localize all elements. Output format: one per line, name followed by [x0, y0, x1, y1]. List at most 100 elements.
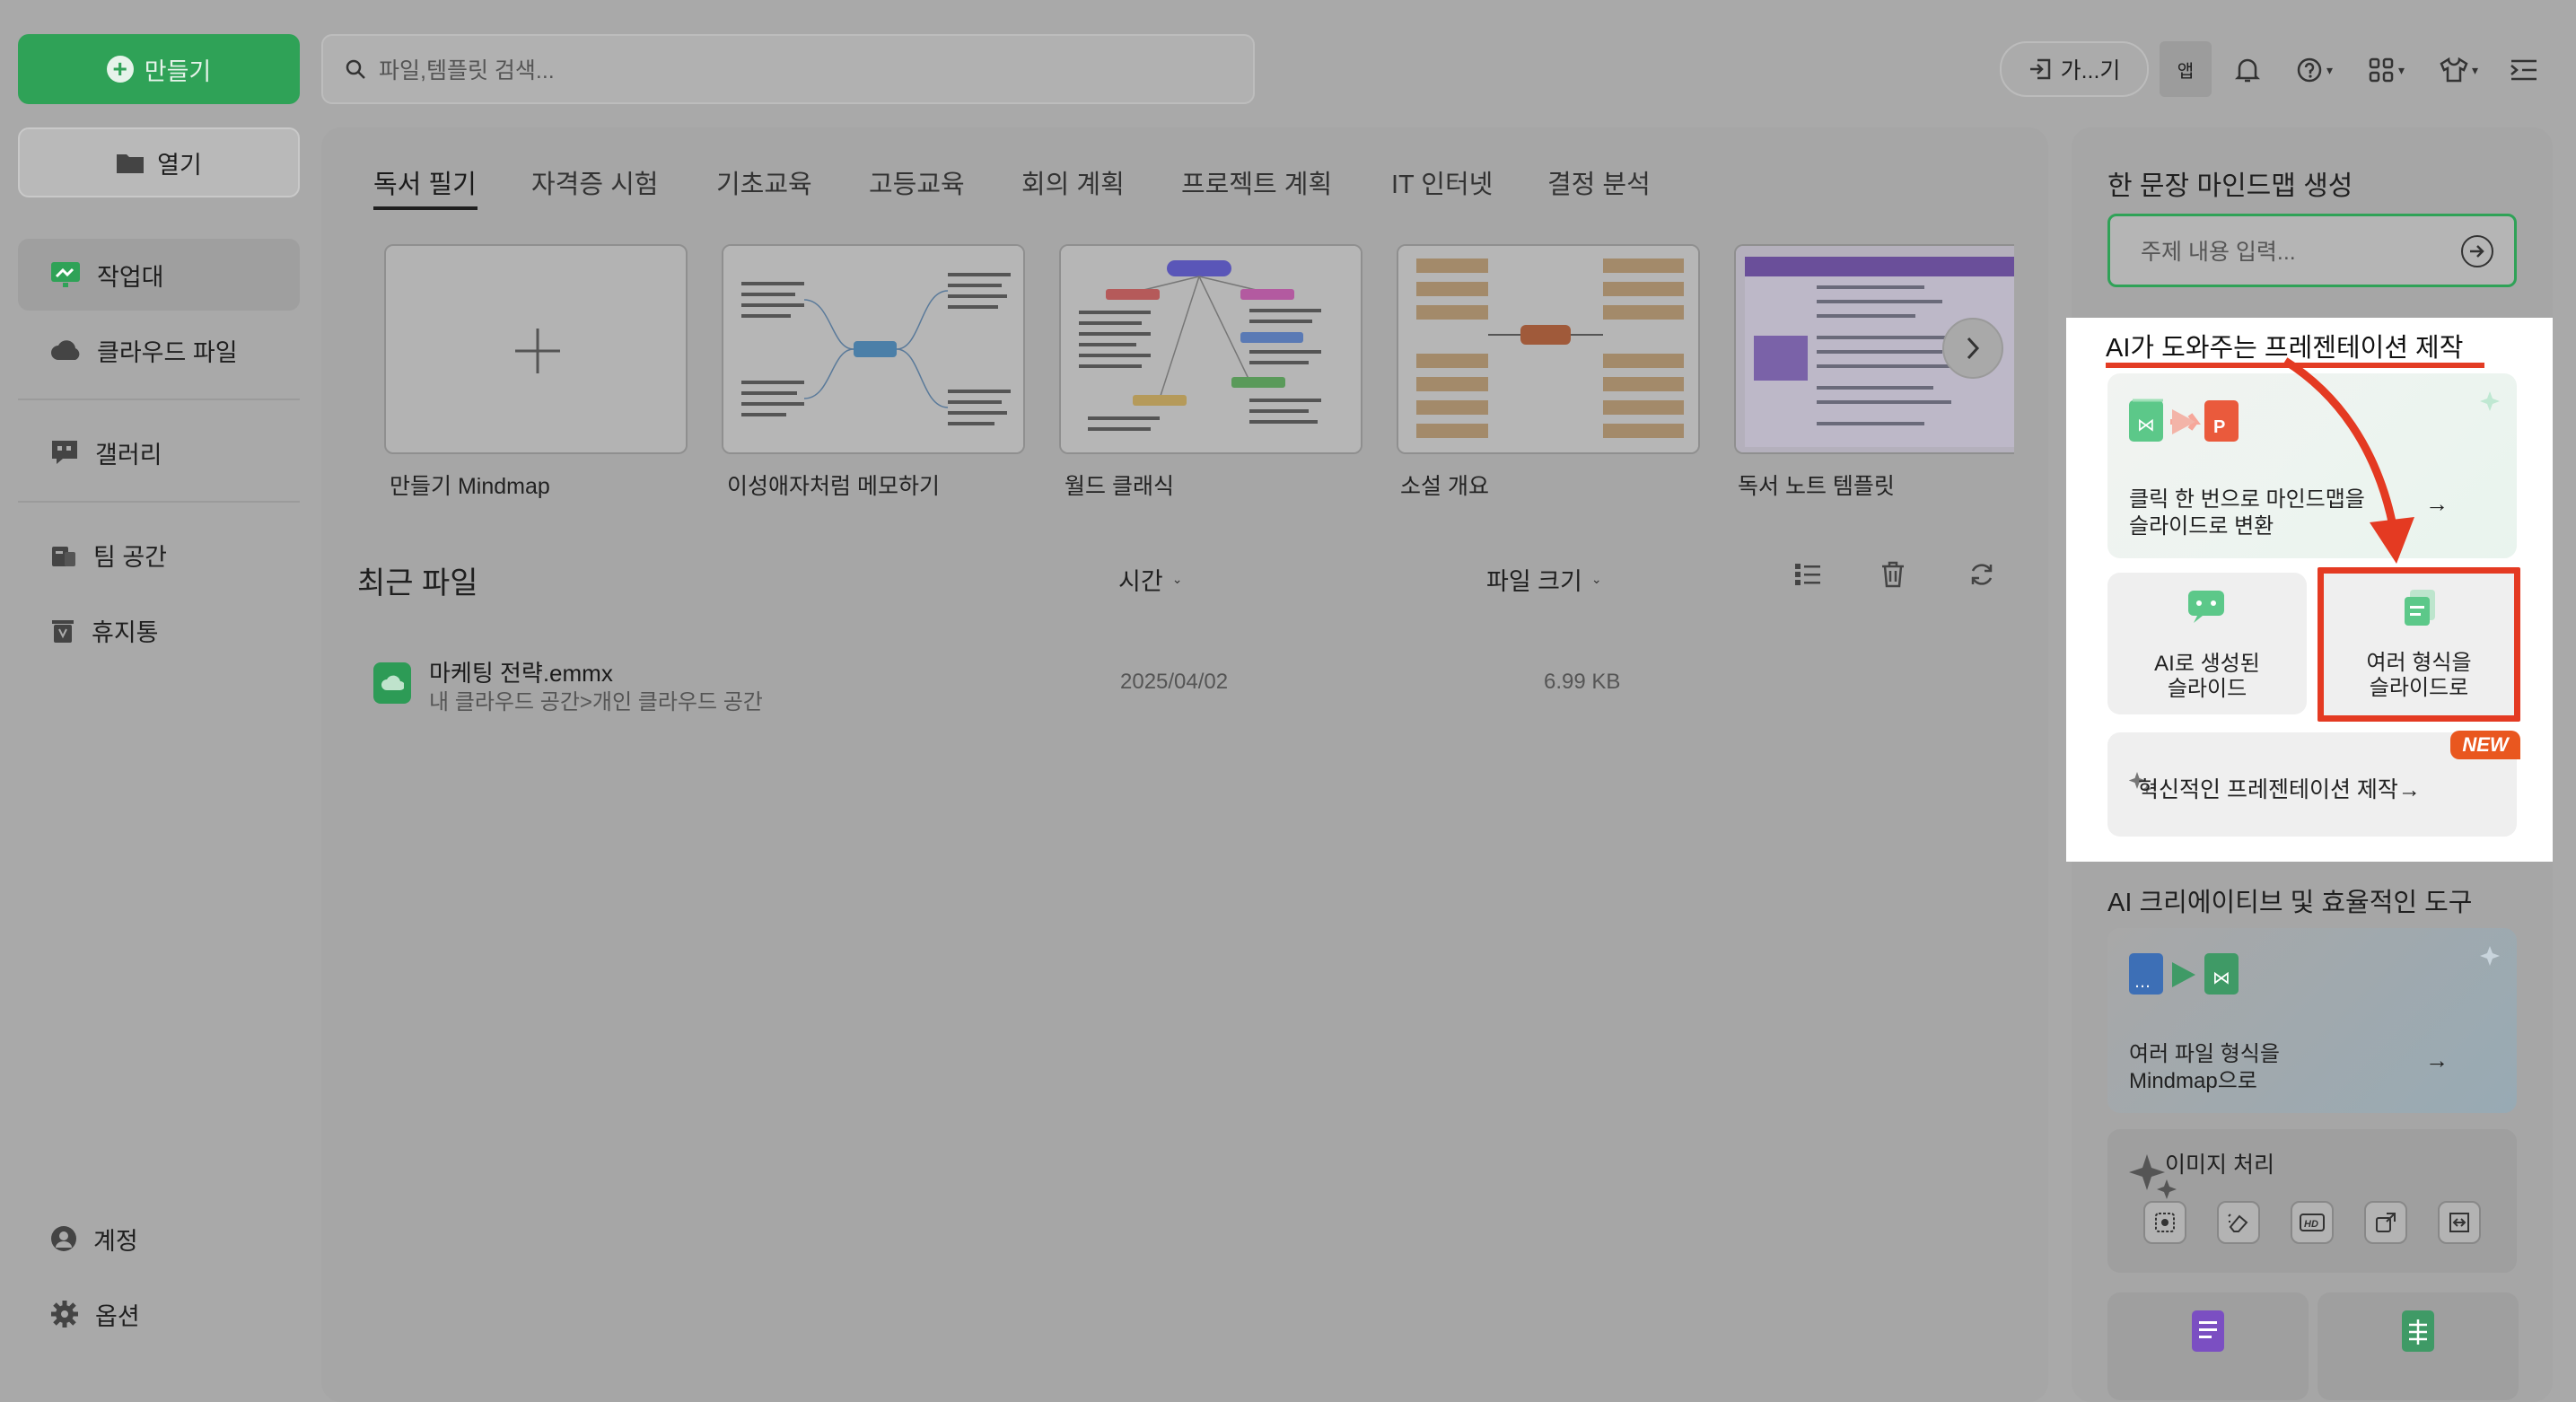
template-card-thumbnail[interactable] [722, 244, 1025, 454]
open-button[interactable]: 열기 [18, 127, 300, 197]
bell-icon [2235, 57, 2260, 83]
search-placeholder: 파일,템플릿 검색... [379, 58, 555, 83]
active-tab-indicator [373, 206, 478, 210]
sidebar-item-label: 팀 공간 [93, 543, 168, 571]
formats-to-slides-card[interactable]: 여러 형식을 슬라이드로 [2318, 567, 2520, 722]
card-text-line: Mindmap으로 [2129, 1069, 2257, 1093]
topic-submit-button[interactable] [2461, 235, 2493, 267]
sort-by-size-button[interactable]: 파일 크기 ⌄ [1486, 562, 1602, 597]
topic-input[interactable]: 주제 내용 입력... [2107, 214, 2517, 287]
template-card-thumbnail[interactable] [1397, 244, 1700, 454]
tab-meeting-plan[interactable]: 회의 계획 [1021, 163, 1125, 208]
refresh-button[interactable] [1967, 560, 1996, 589]
refresh-icon [1967, 560, 1996, 589]
help-menu-button[interactable]: ▾ [2296, 52, 2333, 88]
svg-text:⋈: ⋈ [2137, 414, 2155, 435]
sidebar-item-trash[interactable]: 휴지통 [18, 594, 300, 666]
tab-certification[interactable]: 자격증 시험 [531, 163, 658, 208]
tab-basic-education[interactable]: 기초교육 [716, 163, 812, 208]
sidebar-divider [18, 501, 300, 503]
list-view-icon [1793, 560, 1822, 589]
sidebar-item-workbench[interactable]: 작업대 [18, 239, 300, 311]
tab-it-internet[interactable]: IT 인터넷 [1391, 163, 1493, 208]
templates-next-button[interactable] [1942, 318, 2003, 379]
mindmap-thumbnail [723, 246, 1023, 452]
chevron-down-icon: ▾ [2326, 62, 2334, 77]
account-icon [50, 1225, 77, 1252]
topic-placeholder: 주제 내용 입력... [2141, 240, 2296, 265]
template-card-new-mindmap[interactable] [384, 244, 688, 454]
ai-slides-text: AI로 생성된 슬라이드 [2107, 652, 2307, 702]
goto-button[interactable]: 가...기 [2000, 41, 2149, 97]
tab-higher-education[interactable]: 고등교육 [869, 163, 965, 208]
sidebar-item-label: 작업대 [97, 263, 164, 291]
enter-icon [2028, 57, 2052, 81]
apps-menu-button[interactable]: ▾ [2368, 52, 2405, 88]
chevron-down-icon: ⌄ [1590, 572, 1602, 586]
file-size: 6.99 KB [1544, 670, 1621, 694]
mindmap-generator-title: 한 문장 마인드맵 생성 [2107, 171, 2353, 201]
shirt-icon [2440, 57, 2468, 83]
create-button[interactable]: + 만들기 [18, 34, 300, 104]
sidebar-divider [18, 399, 300, 400]
image-tool-button[interactable] [2438, 1201, 2481, 1244]
sidebar-item-options[interactable]: 옵션 [18, 1278, 300, 1350]
chevron-down-icon: ⌄ [1171, 572, 1183, 586]
multi-format-icon [2405, 590, 2435, 626]
tab-reading-notes[interactable]: 독서 필기 [373, 163, 477, 208]
sidebar-item-label: 갤러리 [95, 441, 162, 469]
template-card-thumbnail[interactable] [1059, 244, 1362, 454]
folder-icon [116, 151, 145, 174]
tab-project-plan[interactable]: 프로젝트 계획 [1181, 163, 1332, 208]
gear-icon [50, 1300, 79, 1328]
sort-by-time-button[interactable]: 시간 ⌄ [1118, 562, 1182, 597]
collapse-icon [2510, 57, 2538, 83]
goto-label: 가...기 [2060, 58, 2121, 83]
tab-decision-analysis[interactable]: 결정 분석 [1547, 163, 1651, 208]
tool-card[interactable] [2107, 1292, 2309, 1400]
files-to-mindmap-text: 여러 파일 형식을 Mindmap으로 [2129, 1041, 2280, 1095]
delete-button[interactable] [1879, 560, 1906, 589]
image-tool-button[interactable] [2364, 1201, 2407, 1244]
card-text-line: 여러 형식을 [2366, 651, 2472, 675]
document-icon [2192, 1310, 2224, 1352]
sidebar-item-team-space[interactable]: 팀 공간 [18, 519, 300, 591]
template-label: 소설 개요 [1400, 474, 1489, 499]
list-view-button[interactable] [1793, 560, 1822, 589]
ai-generated-slides-card[interactable]: AI로 생성된 슬라이드 [2107, 573, 2307, 714]
sidebar-item-label: 계정 [93, 1227, 138, 1255]
sidebar-item-cloud-files[interactable]: 클라우드 파일 [18, 314, 300, 386]
remove-background-icon [2155, 1213, 2175, 1232]
image-tool-button[interactable] [2217, 1201, 2260, 1244]
card-text-line: 슬라이드 [2167, 677, 2247, 701]
svg-text:P: P [2213, 417, 2225, 437]
recent-files-title: 최근 파일 [357, 566, 478, 600]
ai-chat-icon [2188, 591, 2224, 623]
file-path: 내 클라우드 공간>개인 클라우드 공간 [429, 690, 763, 714]
chevron-right-icon [1964, 336, 1982, 361]
new-badge: NEW [2450, 731, 2520, 759]
image-tool-button[interactable] [2143, 1201, 2186, 1244]
ai-tools-title: AI 크리에이티브 및 효율적인 도구 [2107, 889, 2473, 917]
notification-button[interactable] [2235, 52, 2260, 88]
search-icon [345, 58, 366, 80]
image-tool-button[interactable]: HD [2291, 1201, 2334, 1244]
arrow-right-icon: → [2425, 490, 2449, 517]
innovative-presentation-label: 혁신적인 프레젠테이션 제작→ [2138, 772, 2421, 804]
card-text-line: 여러 파일 형식을 [2129, 1042, 2280, 1066]
grid-icon [2368, 57, 2395, 83]
open-label: 열기 [157, 151, 202, 179]
tool-card[interactable] [2318, 1292, 2519, 1400]
cloud-icon [50, 339, 81, 361]
arrow-right-icon [2469, 244, 2485, 258]
collapse-panel-button[interactable] [2510, 52, 2538, 88]
search-input[interactable]: 파일,템플릿 검색... [321, 34, 1255, 104]
sidebar-item-account[interactable]: 계정 [18, 1203, 300, 1275]
app-button[interactable]: 앱 [2160, 41, 2212, 97]
formats-to-slides-text: 여러 형식을 슬라이드로 [2324, 651, 2514, 701]
theme-menu-button[interactable]: ▾ [2440, 52, 2478, 88]
sidebar-item-gallery[interactable]: 갤러리 [18, 416, 300, 488]
file-date: 2025/04/02 [1120, 670, 1229, 694]
card-text: 혁신적인 프레젠테이션 제작 [2138, 777, 2398, 802]
svg-text:HD: HD [2304, 1219, 2318, 1230]
